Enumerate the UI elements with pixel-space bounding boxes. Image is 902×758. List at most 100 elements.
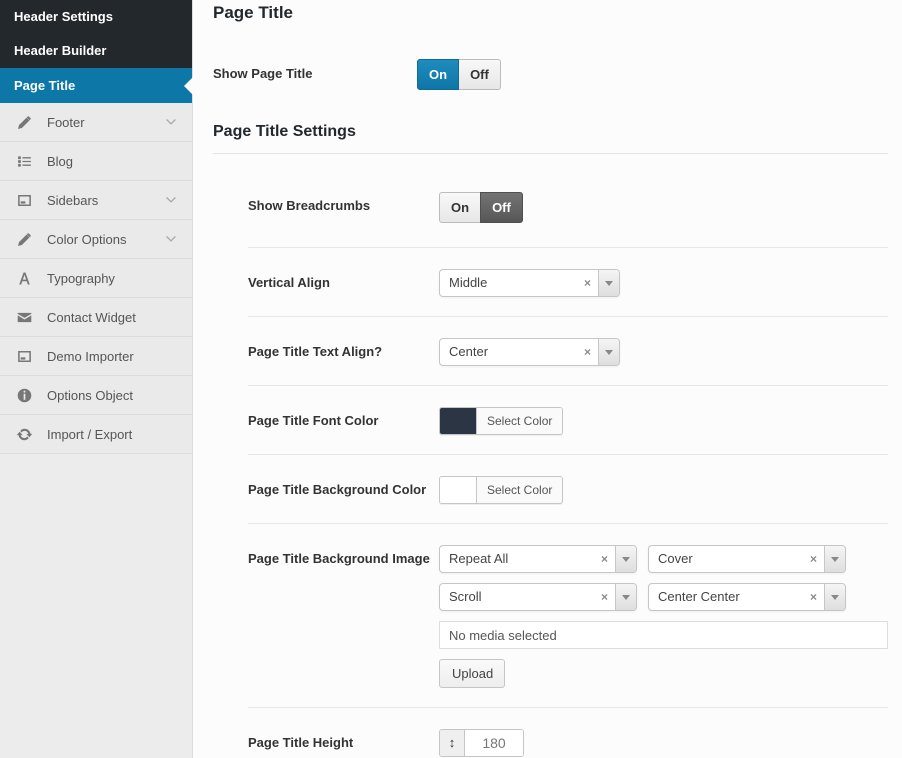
section-fields: Show Breadcrumbs On Off Vertical Align M… xyxy=(213,154,888,758)
field-text-align: Page Title Text Align? Center × xyxy=(248,316,888,385)
select-value: Scroll xyxy=(449,589,482,604)
active-item-arrow xyxy=(184,76,193,95)
bg-repeat-select[interactable]: Repeat All × xyxy=(439,545,637,573)
sidebar-item-blog[interactable]: Blog xyxy=(0,142,192,181)
bg-image-controls: Repeat All × Cover × Scroll × Center Cen… xyxy=(439,545,888,688)
field-label: Page Title Font Color xyxy=(248,413,379,428)
sidebar-item-header-settings[interactable]: Header Settings xyxy=(0,0,192,34)
color-swatch xyxy=(440,408,476,434)
dropdown-arrow-icon[interactable] xyxy=(824,584,845,610)
sidebar-item-label: Import / Export xyxy=(47,426,133,442)
sidebar-item-import-export[interactable]: Import / Export xyxy=(0,415,192,454)
bg-color-picker[interactable]: Select Color xyxy=(439,476,564,504)
sidebar-item-sidebars[interactable]: Sidebars xyxy=(0,181,192,220)
field-label: Page Title Background Image xyxy=(248,551,430,566)
bg-attachment-select[interactable]: Scroll × xyxy=(439,583,637,611)
sidebar-item-label: Footer xyxy=(47,114,85,130)
select-color-label: Select Color xyxy=(476,408,563,434)
main-content: Page Title Show Page Title On Off Page T… xyxy=(193,0,902,758)
dropdown-arrow-icon[interactable] xyxy=(598,339,619,365)
field-font-color: Page Title Font Color Select Color xyxy=(248,385,888,454)
sidebar-item-label: Demo Importer xyxy=(47,348,134,364)
field-vertical-align: Vertical Align Middle × xyxy=(248,247,888,316)
field-bg-color: Page Title Background Color Select Color xyxy=(248,454,888,523)
envelope-icon xyxy=(14,307,34,327)
clear-icon[interactable]: × xyxy=(803,546,824,572)
theme-options-panel: Header Settings Header Builder Page Titl… xyxy=(0,0,902,758)
field-show-breadcrumbs: Show Breadcrumbs On Off xyxy=(248,154,888,247)
font-color-picker[interactable]: Select Color xyxy=(439,407,564,435)
sidebar-active-label: Page Title xyxy=(14,78,76,93)
text-align-select[interactable]: Center × xyxy=(439,338,620,366)
field-label: Show Page Title xyxy=(213,66,313,81)
sidebar: Header Settings Header Builder Page Titl… xyxy=(0,0,193,758)
show-page-title-toggle: On Off xyxy=(417,59,501,90)
pencil-icon xyxy=(14,112,34,132)
sidebar-item-footer[interactable]: Footer xyxy=(0,103,192,142)
sidebar-item-page-title-active[interactable]: Page Title xyxy=(0,68,193,103)
toggle-on-button[interactable]: On xyxy=(417,59,460,90)
select-color-label: Select Color xyxy=(476,477,563,503)
sidebar-item-label: Typography xyxy=(47,270,115,286)
clear-icon[interactable]: × xyxy=(577,270,598,296)
vertical-align-select[interactable]: Middle × xyxy=(439,269,620,297)
upload-button[interactable]: Upload xyxy=(439,659,505,688)
toggle-on-button[interactable]: On xyxy=(439,192,482,223)
field-show-page-title: Show Page Title On Off xyxy=(213,59,888,90)
bg-position-select[interactable]: Center Center × xyxy=(648,583,846,611)
clear-icon[interactable]: × xyxy=(594,584,615,610)
sidebar-item-label: Options Object xyxy=(47,387,133,403)
typography-icon xyxy=(14,268,34,288)
field-label: Page Title Text Align? xyxy=(248,344,383,359)
sidebar-dark-group: Header Settings Header Builder xyxy=(0,0,192,68)
sidebar-item-label: Sidebars xyxy=(47,192,99,208)
sidebar-item-typography[interactable]: Typography xyxy=(0,259,192,298)
select-value: Cover xyxy=(658,551,693,566)
sidebar-item-label: Color Options xyxy=(47,231,127,247)
sidebar-item-color-options[interactable]: Color Options xyxy=(0,220,192,259)
pencil-icon xyxy=(14,229,34,249)
select-value: Center Center xyxy=(658,589,740,604)
field-label: Page Title Height xyxy=(248,735,354,750)
updown-arrow-icon: ↕ xyxy=(440,730,465,756)
sidebar-item-header-builder[interactable]: Header Builder xyxy=(0,34,192,68)
select-value: Middle xyxy=(449,275,488,290)
info-icon xyxy=(14,385,34,405)
section-title: Page Title Settings xyxy=(213,122,888,154)
chevron-down-icon xyxy=(164,231,180,247)
refresh-icon xyxy=(14,424,34,444)
field-label: Vertical Align xyxy=(248,275,330,290)
field-label: Page Title Background Color xyxy=(248,482,427,497)
toggle-off-button[interactable]: Off xyxy=(458,59,501,90)
dropdown-arrow-icon[interactable] xyxy=(615,584,636,610)
chevron-down-icon xyxy=(164,192,180,208)
chevron-down-icon xyxy=(164,114,180,130)
field-page-title-height: Page Title Height ↕ xyxy=(248,707,888,758)
toggle-off-button[interactable]: Off xyxy=(480,192,523,223)
height-input[interactable] xyxy=(465,730,523,756)
show-breadcrumbs-toggle: On Off xyxy=(439,192,523,223)
clear-icon[interactable]: × xyxy=(803,584,824,610)
select-value: Repeat All xyxy=(449,551,509,566)
panel-icon xyxy=(14,346,34,366)
clear-icon[interactable]: × xyxy=(594,546,615,572)
sidebar-item-label: Contact Widget xyxy=(47,309,136,325)
page-title: Page Title xyxy=(213,3,293,22)
sidebar-item-contact-widget[interactable]: Contact Widget xyxy=(0,298,192,337)
panel-icon xyxy=(14,190,34,210)
sidebar-item-demo-importer[interactable]: Demo Importer xyxy=(0,337,192,376)
sidebar-item-label: Blog xyxy=(47,153,74,169)
field-label: Show Breadcrumbs xyxy=(248,198,371,213)
dropdown-arrow-icon[interactable] xyxy=(824,546,845,572)
field-bg-image: Page Title Background Image Repeat All ×… xyxy=(248,523,888,707)
clear-icon[interactable]: × xyxy=(577,339,598,365)
dropdown-arrow-icon[interactable] xyxy=(598,270,619,296)
sidebar-item-options-object[interactable]: Options Object xyxy=(0,376,192,415)
bg-size-select[interactable]: Cover × xyxy=(648,545,846,573)
select-value: Center xyxy=(449,344,489,359)
dropdown-arrow-icon[interactable] xyxy=(615,546,636,572)
media-url-input[interactable] xyxy=(439,621,888,649)
list-icon xyxy=(14,151,34,171)
height-stepper: ↕ xyxy=(439,729,524,757)
color-swatch xyxy=(440,477,476,503)
